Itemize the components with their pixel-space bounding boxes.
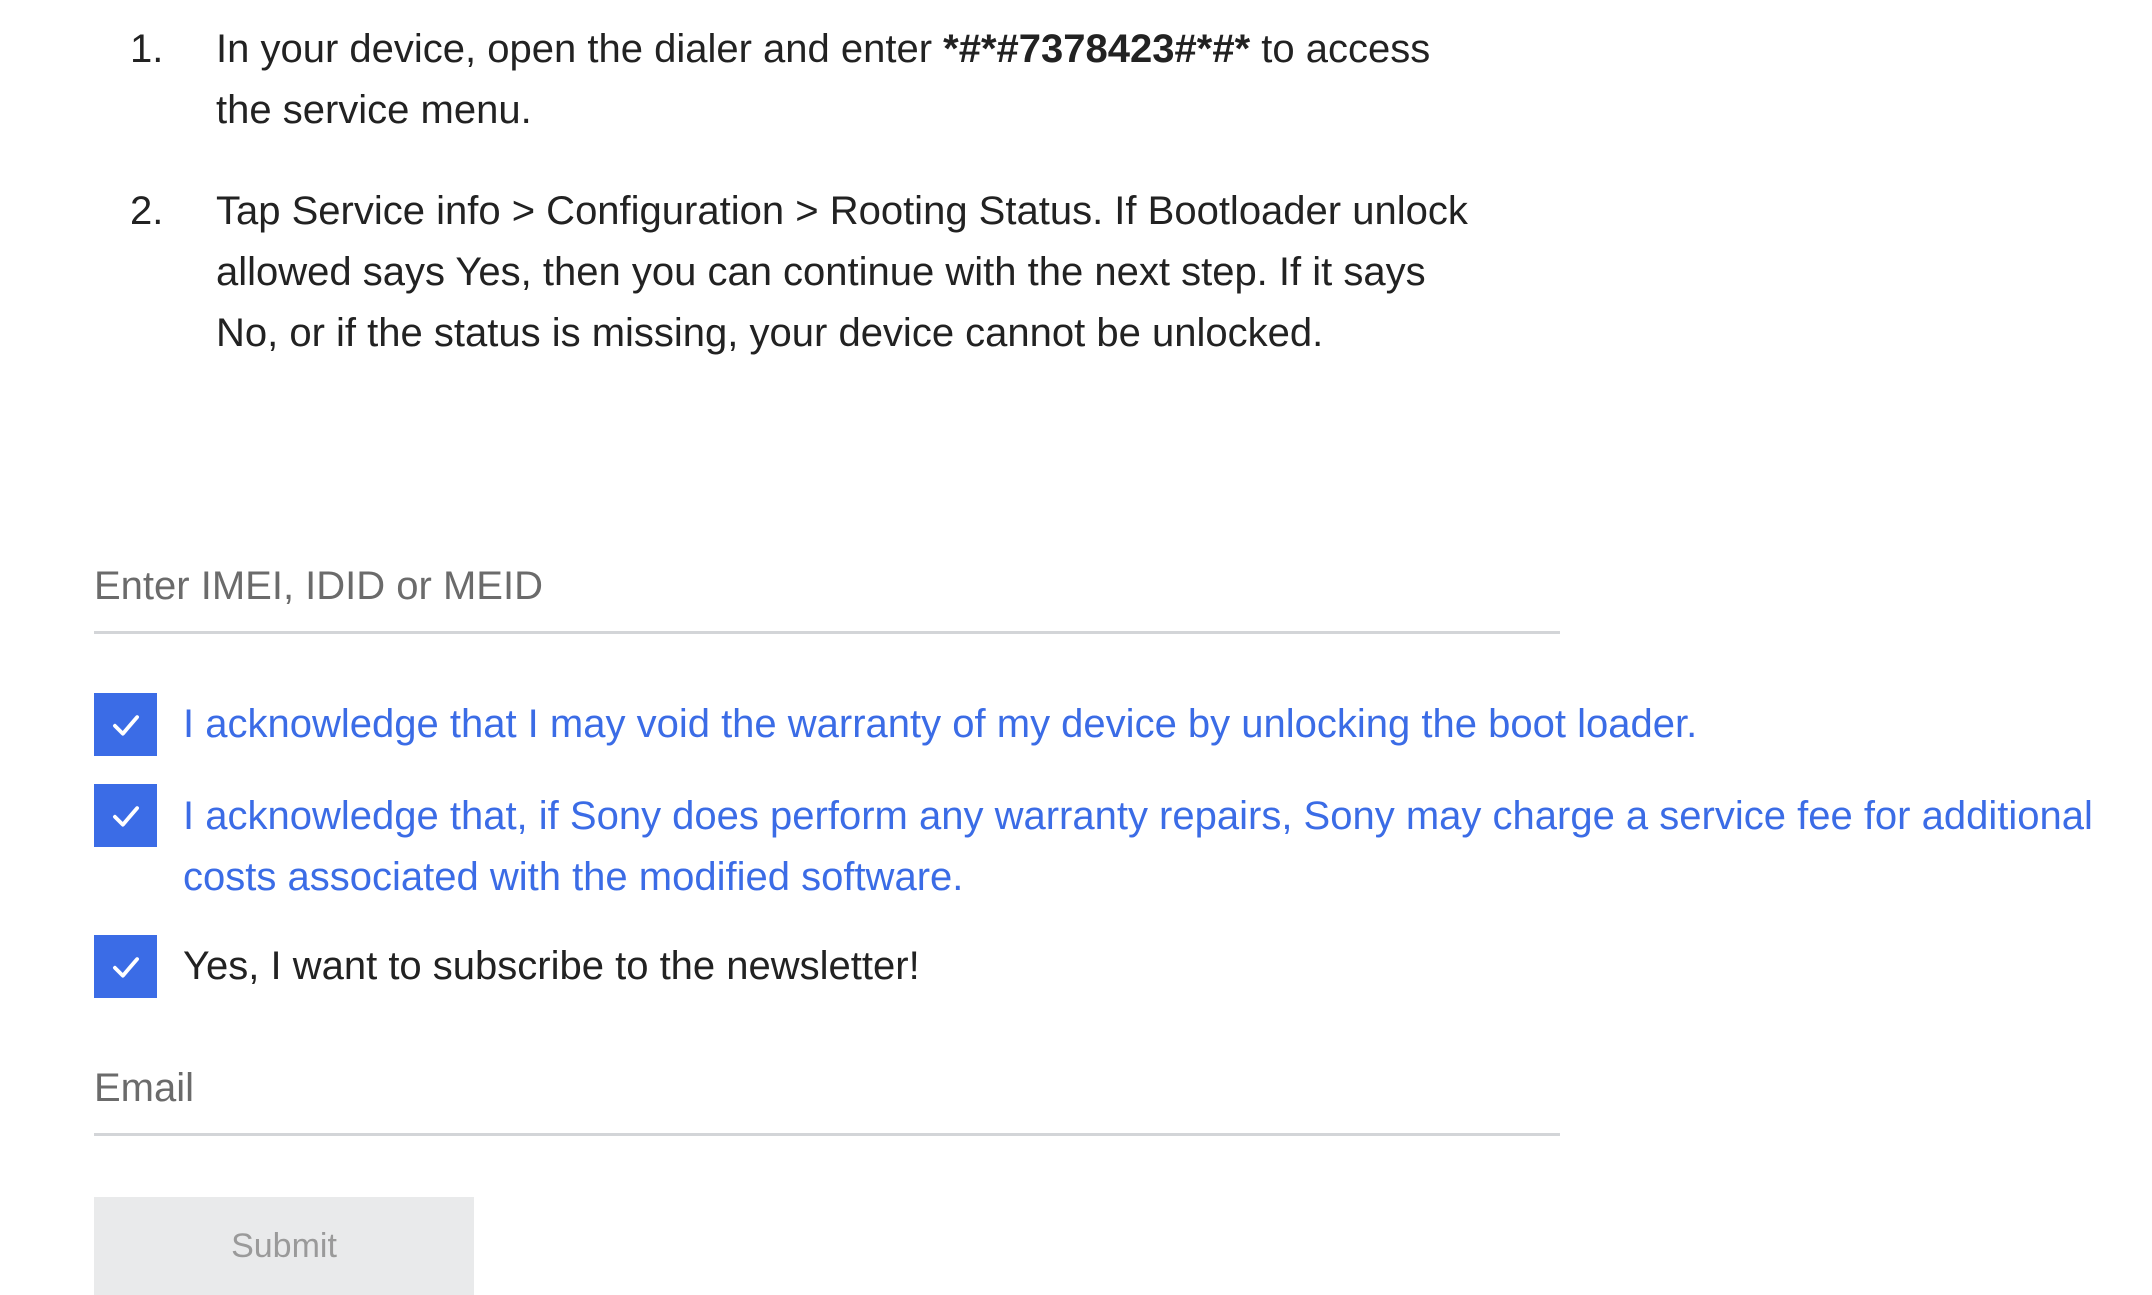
service-fee-label[interactable]: I acknowledge that, if Sony does perform… [183, 786, 2143, 908]
checkmark-icon [112, 956, 139, 978]
warranty-void-label[interactable]: I acknowledge that I may void the warran… [183, 694, 2143, 755]
step-number: 2. [130, 189, 164, 233]
step-number: 1. [130, 27, 164, 71]
submit-button[interactable]: Submit [94, 1197, 474, 1295]
step-text: Tap Service info > Configuration > Rooti… [216, 189, 1468, 355]
newsletter-label[interactable]: Yes, I want to subscribe to the newslett… [183, 936, 1583, 997]
imei-input[interactable]: Enter IMEI, IDID or MEID [94, 555, 1560, 634]
email-placeholder: Email [94, 1066, 195, 1110]
checkmark-icon [112, 714, 139, 736]
newsletter-checkbox[interactable] [94, 935, 157, 998]
dialer-code: *#*#7378423#*#* [943, 27, 1251, 71]
warranty-void-checkbox[interactable] [94, 693, 157, 756]
step-text: In your device, open the dialer and ente… [216, 19, 1486, 141]
checkmark-icon [112, 805, 139, 827]
email-input[interactable]: Email [94, 1057, 1560, 1136]
imei-placeholder: Enter IMEI, IDID or MEID [94, 564, 543, 608]
step-text-before: In your device, open the dialer and ente… [216, 27, 944, 71]
service-fee-checkbox[interactable] [94, 784, 157, 847]
